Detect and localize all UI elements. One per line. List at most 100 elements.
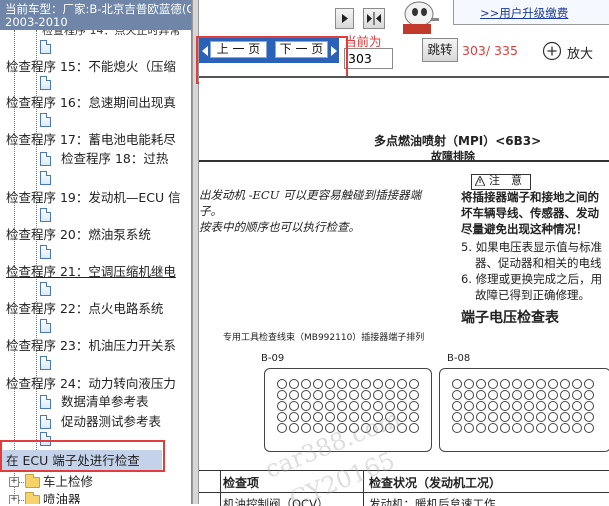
prev-page-button[interactable]: 上 一 页 [210, 41, 267, 58]
car-model-value: 厂家:B-北京吉普欧蓝德(Outlander) [62, 2, 192, 16]
connector-pin [452, 412, 462, 422]
table-header-rule [199, 492, 609, 493]
terminal-table-title: 端子电压检查表 [461, 310, 559, 326]
connector-pin [512, 401, 522, 411]
panel-splitter[interactable] [192, 0, 199, 504]
connector-pin [349, 401, 359, 411]
connector-pin [277, 390, 287, 400]
table-col-check-item: 检查项 [223, 476, 260, 490]
connector-pin [409, 390, 419, 400]
tree-item-selected-ecu-check[interactable]: 在 ECU 端子处进行检查 [0, 450, 162, 471]
double-page-button[interactable] [363, 8, 385, 29]
doc-rule [199, 160, 609, 162]
connector-pin [409, 412, 419, 422]
connector-pin [572, 401, 582, 411]
mechanic-mascot-icon [403, 1, 439, 34]
connector-pin [560, 423, 570, 433]
connector-pin [452, 423, 462, 433]
document-icon [40, 415, 51, 429]
upgrade-banner[interactable]: >>用户升级缴费 [453, 0, 609, 25]
tree-item-actuator-test[interactable]: 促动器测试参考表 [61, 413, 161, 431]
tree-item-check-20[interactable]: 检查程序 20：燃油泵系统 [6, 226, 151, 244]
tree-folder-onboard-service[interactable]: 车上检修 [43, 473, 93, 491]
connector-pin [488, 390, 498, 400]
tree-item-data-list[interactable]: 数据清单参考表 [61, 393, 149, 411]
tree-folder-injector[interactable]: 喷油器 [43, 491, 81, 504]
connector-pin [289, 401, 299, 411]
connector-pin [409, 423, 419, 433]
connector-pin [500, 379, 510, 389]
connector-pin [476, 379, 486, 389]
connector-pin [289, 423, 299, 433]
connector-pin [277, 423, 287, 433]
connector-pin [464, 379, 474, 389]
connector-pin [397, 401, 407, 411]
table-row1-condition: 发动机：暖机后怠速工作 [369, 497, 496, 506]
connector-pin [488, 401, 498, 411]
connector-pin [560, 401, 570, 411]
connector-caption: 专用工具检查线束（MB992110）插接器端子排列 [223, 333, 425, 343]
connector-pin [524, 412, 534, 422]
tree-item-check-22[interactable]: 检查程序 22：点火电路系统 [6, 300, 163, 318]
connector-pin [313, 390, 323, 400]
document-icon [40, 282, 51, 296]
connector-pin [301, 423, 311, 433]
tree-item-check-23[interactable]: 检查程序 23：机油压力开关系 [6, 337, 176, 355]
caution-box: 注 意 [471, 174, 531, 190]
step-6-line-2: 故障已得到正确修理。 [475, 288, 590, 302]
tree-item-check-19[interactable]: 检查程序 19：发动机—ECU 信 [6, 189, 181, 207]
tree-item-check-15[interactable]: 检查程序 15：不能熄火（压缩 [6, 58, 176, 76]
single-page-button[interactable] [335, 8, 354, 29]
tree-item-check-24[interactable]: 检查程序 24：动力转向液压力 [6, 375, 176, 393]
upgrade-link[interactable]: >>用户升级缴费 [480, 5, 568, 21]
connector-pin [524, 423, 534, 433]
doc-left-text-2: 子。 [199, 204, 222, 218]
connector-pins [452, 379, 595, 433]
connector-pin [500, 390, 510, 400]
tree-item-check-16[interactable]: 检查程序 16：怠速期间出现真 [6, 94, 176, 112]
next-page-button[interactable]: 下 一 页 [275, 41, 328, 58]
table-col-condition: 检查状况（发动机工况） [369, 476, 502, 490]
expand-plus-icon[interactable]: + [9, 477, 19, 487]
connector-pin [289, 412, 299, 422]
jump-button[interactable]: 跳转 [422, 38, 458, 62]
connector-pin [313, 412, 323, 422]
page-nav-strip: 上 一 页 下 一 页 [199, 37, 339, 63]
connector-pin [536, 412, 546, 422]
arrow-right-icon [330, 45, 338, 56]
connector-pin [464, 401, 474, 411]
connector-pin [301, 412, 311, 422]
tree-item-check-17[interactable]: 检查程序 17：蓄电池电能耗尽 [6, 131, 176, 149]
connector-pin [464, 412, 474, 422]
connector-pin [476, 423, 486, 433]
connector-label-b09: B-09 [261, 353, 285, 364]
doc-left-text-3: 按表中的顺序也可以执行检查。 [199, 220, 360, 234]
tree-panel[interactable]: 当前车型：厂家:B-北京吉普欧蓝德(Outlander) 2003-2010 检… [0, 0, 192, 504]
connector-pin [361, 390, 371, 400]
connector-pin [385, 390, 395, 400]
step-5-line-1: 5. 如果电压表显示值与标准 [461, 240, 603, 254]
caution-line-1: 将插接器端子和接地之间的 [461, 190, 599, 204]
connector-pin [560, 379, 570, 389]
connector-pin [277, 379, 287, 389]
connector-pin [536, 390, 546, 400]
tree-item-check-18[interactable]: 检查程序 18：过热 [61, 150, 168, 168]
expand-plus-icon[interactable]: + [9, 495, 19, 504]
connector-pin [337, 379, 347, 389]
zoom-in-button[interactable]: 放大 [540, 38, 606, 64]
connector-pin [560, 412, 570, 422]
caution-line-3: 尽量避免出现这种情况！ [461, 222, 588, 236]
doc-left-text-1: 出发动机 -ECU 可以更容易触碰到插接器端 [199, 188, 422, 202]
connector-pin [572, 412, 582, 422]
connector-pin [500, 412, 510, 422]
tree-item-check-21[interactable]: 检查程序 21：空调压缩机继电 [6, 263, 176, 281]
connector-label-b08: B-08 [447, 353, 471, 364]
connector-pin [488, 423, 498, 433]
page-number-input[interactable] [344, 48, 393, 69]
connector-pin [325, 390, 335, 400]
connector-pin [548, 401, 558, 411]
page-count: 303/ 335 [462, 43, 518, 58]
document-icon [40, 319, 51, 333]
step-5-line-2: 器、促动器和相关的电线 [475, 256, 602, 270]
step-6-line-1: 6. 修理或更换完成之后，用 [461, 272, 603, 286]
